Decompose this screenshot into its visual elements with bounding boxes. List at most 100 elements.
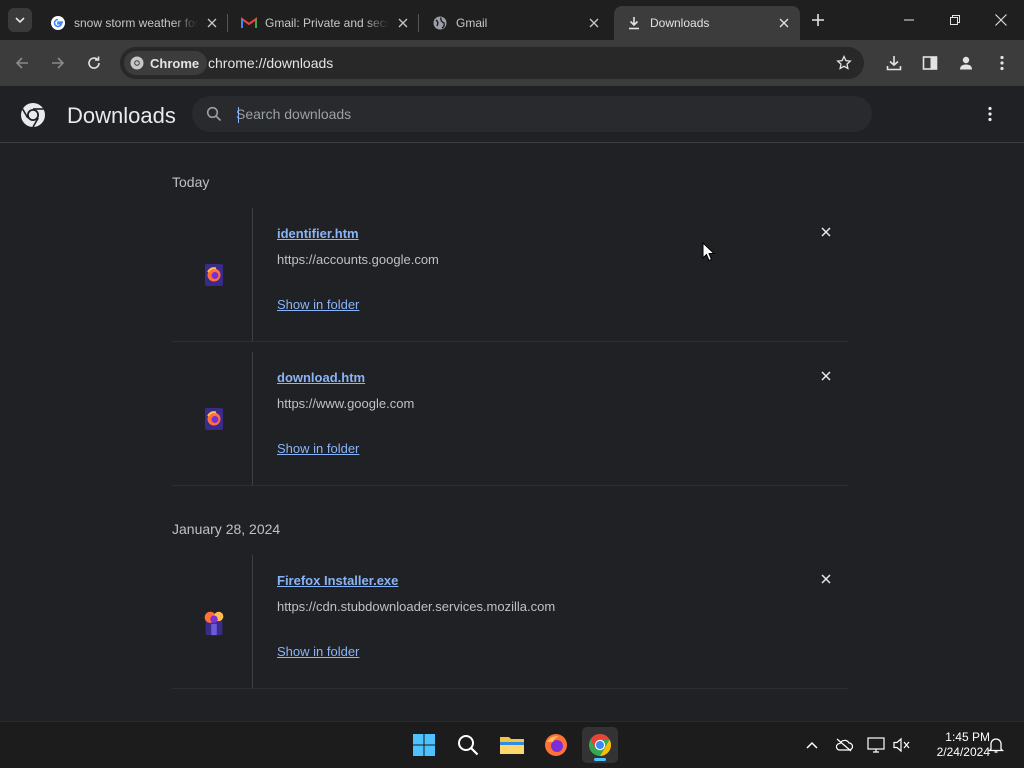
source-url[interactable]: https://accounts.google.com [277, 252, 439, 267]
onedrive-tray-button[interactable] [834, 735, 854, 755]
search-downloads-box[interactable] [192, 96, 872, 132]
tab-title: Downloads [650, 16, 710, 30]
tab-strip: snow storm weather forecast - Google Sea… [0, 0, 1024, 40]
close-icon [821, 371, 831, 381]
close-icon [995, 14, 1007, 26]
firefox-file-icon [200, 261, 228, 289]
minimize-button[interactable] [886, 0, 932, 40]
system-clock[interactable]: 1:45 PM 2/24/2024 [916, 730, 990, 760]
file-explorer-icon [500, 737, 524, 754]
mouse-cursor-icon [702, 242, 716, 262]
tab-gmail[interactable]: Gmail [420, 6, 610, 40]
search-input[interactable] [236, 96, 856, 132]
restore-icon [950, 15, 960, 25]
profile-button[interactable] [954, 51, 978, 75]
date-header: January 28, 2024 [172, 521, 281, 537]
item-border [172, 341, 848, 342]
close-tab-icon[interactable] [395, 15, 411, 31]
firefox-installer-icon [200, 608, 228, 636]
side-panel-button[interactable] [918, 51, 942, 75]
side-panel-icon [922, 56, 938, 70]
file-name-link[interactable]: identifier.htm [277, 226, 359, 241]
site-chip[interactable]: Chrome [124, 51, 208, 75]
close-tab-icon[interactable] [776, 15, 792, 31]
search-icon [458, 735, 479, 756]
notifications-button[interactable] [986, 735, 1006, 755]
taskbar-search-button[interactable] [450, 727, 486, 763]
start-button[interactable] [406, 727, 442, 763]
arrow-left-icon [15, 57, 28, 69]
plus-icon [812, 14, 824, 26]
page-menu-button[interactable] [980, 104, 1000, 124]
bookmark-star-button[interactable] [834, 53, 854, 73]
chrome-logo-icon [130, 56, 144, 70]
google-g-icon [50, 15, 66, 31]
network-icon [867, 737, 885, 753]
date-header: Today [172, 174, 210, 190]
remove-item-button[interactable] [818, 368, 834, 384]
clock-time: 1:45 PM [945, 730, 990, 744]
profile-icon [960, 56, 972, 70]
tab-google-search[interactable]: snow storm weather forecast - Google Sea… [38, 6, 228, 40]
gmail-icon [241, 15, 257, 31]
source-url[interactable]: https://cdn.stubdownloader.services.mozi… [277, 599, 555, 614]
site-chip-label: Chrome [150, 55, 200, 71]
minimize-icon [904, 19, 914, 21]
tab-gmail-private[interactable]: Gmail: Private and secure email [229, 6, 419, 40]
firefox-taskbar-button[interactable] [538, 727, 574, 763]
tab-separator [227, 14, 228, 32]
network-tray-button[interactable] [866, 735, 886, 755]
show-in-folder-link[interactable]: Show in folder [277, 297, 359, 312]
volume-tray-button[interactable] [892, 735, 912, 755]
source-url[interactable]: https://www.google.com [277, 396, 414, 411]
reload-button[interactable] [82, 51, 106, 75]
browser-menu-button[interactable] [990, 51, 1014, 75]
arrow-right-icon [52, 57, 65, 69]
remove-item-button[interactable] [818, 224, 834, 240]
downloads-list: Today identifier.htm https://accounts.go… [0, 143, 1024, 721]
forward-button[interactable] [46, 51, 70, 75]
file-name-link[interactable]: download.htm [277, 370, 365, 385]
item-divider [252, 352, 253, 486]
back-button[interactable] [10, 51, 34, 75]
close-tab-icon[interactable] [586, 15, 602, 31]
text-caret [238, 107, 239, 123]
tab-title: Gmail [456, 16, 488, 30]
new-tab-button[interactable] [808, 10, 828, 30]
downloads-header: Downloads [0, 86, 1024, 143]
file-explorer-button[interactable] [494, 727, 530, 763]
tab-search-button[interactable] [8, 8, 32, 32]
tab-downloads[interactable]: Downloads [614, 6, 800, 40]
page-title: Downloads [67, 103, 176, 128]
close-window-button[interactable] [978, 0, 1024, 40]
download-item: identifier.htm https://accounts.google.c… [172, 208, 848, 342]
chrome-logo-icon [21, 103, 45, 128]
reload-icon [88, 56, 100, 69]
show-in-folder-link[interactable]: Show in folder [277, 441, 359, 456]
close-tab-icon[interactable] [204, 15, 220, 31]
item-border [172, 688, 848, 689]
firefox-file-icon [200, 405, 228, 433]
remove-item-button[interactable] [818, 571, 834, 587]
chevron-down-icon [15, 17, 25, 24]
chrome-taskbar-button[interactable] [582, 727, 618, 763]
item-border [172, 485, 848, 486]
show-hidden-icons-button[interactable] [802, 735, 822, 755]
windows-start-icon [413, 734, 435, 756]
restore-button[interactable] [932, 0, 978, 40]
chrome-window: snow storm weather forecast - Google Sea… [0, 0, 1024, 721]
cloud-off-icon [835, 738, 853, 752]
downloads-toolbar-button[interactable] [882, 51, 906, 75]
address-bar[interactable]: Chrome chrome://downloads [120, 47, 864, 79]
file-name-link[interactable]: Firefox Installer.exe [277, 573, 398, 588]
bell-icon [988, 738, 1004, 753]
chevron-up-icon [806, 741, 818, 749]
item-divider [252, 555, 253, 689]
chrome-icon [589, 734, 611, 756]
download-item: download.htm https://www.google.com Show… [172, 352, 848, 486]
tab-title: Gmail: Private and secure email [265, 16, 389, 30]
active-indicator [594, 758, 606, 761]
show-in-folder-link[interactable]: Show in folder [277, 644, 359, 659]
globe-icon [432, 15, 448, 31]
download-item: Firefox Installer.exe https://cdn.stubdo… [172, 555, 848, 689]
